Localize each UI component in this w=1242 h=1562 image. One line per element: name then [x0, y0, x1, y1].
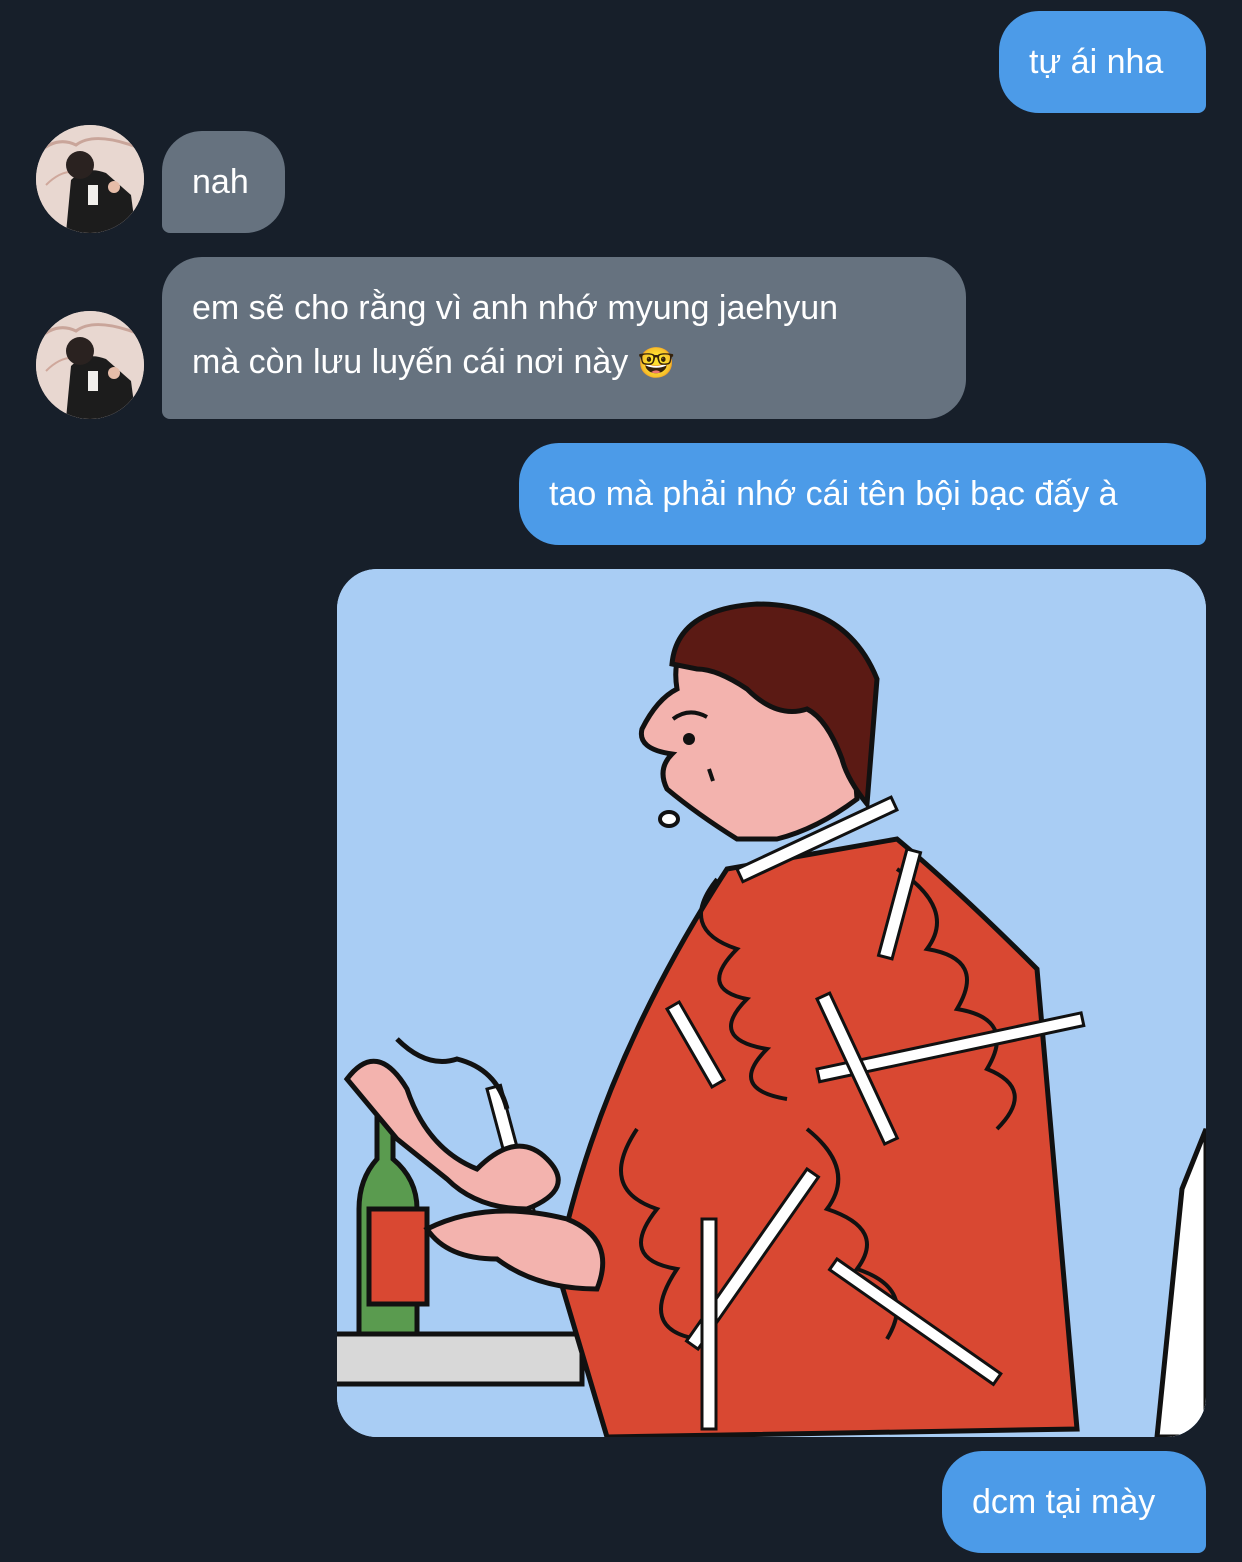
avatar-photo-icon [36, 311, 144, 419]
message-text: tao mà phải nhớ cái tên bội bạc đấy à [549, 475, 1118, 513]
message-sent-bubble[interactable]: tự ái nha [999, 11, 1206, 113]
message-text: nah [192, 163, 249, 201]
avatar[interactable] [36, 125, 144, 233]
message-text-line: mà còn lưu luyến cái nơi này 🤓 [192, 335, 936, 391]
message-text-line: em sẽ cho rằng vì anh nhớ myung jaehyun [192, 289, 839, 327]
message-sent-bubble[interactable]: tao mà phải nhớ cái tên bội bạc đấy à [519, 443, 1206, 545]
avatar-photo-icon [36, 125, 144, 233]
illustration-man-with-chili-peppers-icon [337, 569, 1206, 1437]
nerd-face-emoji-icon: 🤓 [637, 347, 676, 381]
avatar[interactable] [36, 311, 144, 419]
message-received-bubble[interactable]: em sẽ cho rằng vì anh nhớ myung jaehyun … [162, 257, 966, 419]
message-text: dcm tại mày [972, 1483, 1156, 1521]
message-received-bubble[interactable]: nah [162, 131, 285, 233]
message-sent-bubble[interactable]: dcm tại mày [942, 1451, 1206, 1553]
message-image[interactable] [337, 569, 1206, 1437]
message-text: tự ái nha [1029, 43, 1164, 81]
